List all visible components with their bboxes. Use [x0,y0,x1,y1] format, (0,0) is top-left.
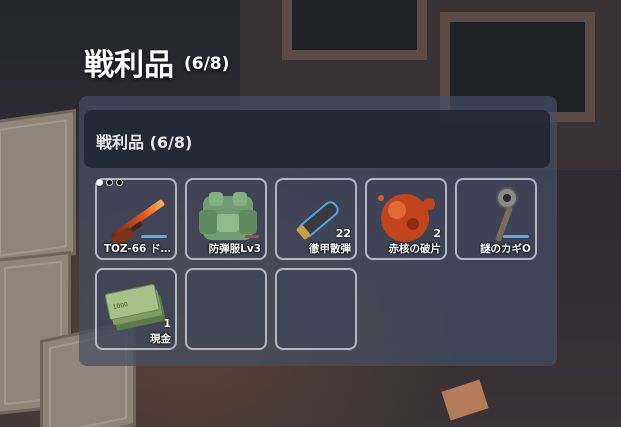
item-name: 徹甲散弾 [309,243,351,255]
loot-slot-body-armor[interactable]: 防弾服Lv3 [185,178,267,260]
background-crate [0,108,76,268]
item-durability-bar [141,235,167,238]
loot-slot-red-core[interactable]: 2 赤核の破片 [365,178,447,260]
item-durability-bar [503,235,529,238]
background-paper [441,379,489,421]
item-quantity: 22 [335,227,351,240]
item-variant-dots [96,179,123,186]
loot-slot-shotgun[interactable]: TOZ-66 ド… [95,178,177,260]
background-window [282,0,427,60]
loot-title-text: 戦利品 [84,48,174,83]
item-durability-bar [245,235,259,238]
loot-panel-header: 戦利品 (6/8) [84,110,550,168]
item-name: TOZ-66 ド… [103,243,171,255]
empty-loot-slot[interactable] [275,268,357,350]
loot-title: 戦利品 (6/8) [84,40,229,84]
variant-dot [96,179,103,186]
empty-loot-slot[interactable] [185,268,267,350]
variant-dot [106,179,113,186]
item-name: 謎のカギO [480,243,531,255]
loot-slot-key[interactable]: 謎のカギO [455,178,537,260]
variant-dot [116,179,123,186]
item-quantity: 1 [163,317,171,330]
item-quantity: 2 [433,227,441,240]
loot-panel-header-text: 戦利品 (6/8) [96,133,193,152]
item-name: 防弾服Lv3 [208,243,261,255]
loot-slot-ammo[interactable]: 22 徹甲散弾 [275,178,357,260]
item-name: 赤核の破片 [388,243,442,255]
loot-title-count: (6/8) [184,54,230,74]
loot-slot-cash[interactable]: 1000 1 現金 [95,268,177,350]
item-name: 現金 [150,333,171,345]
